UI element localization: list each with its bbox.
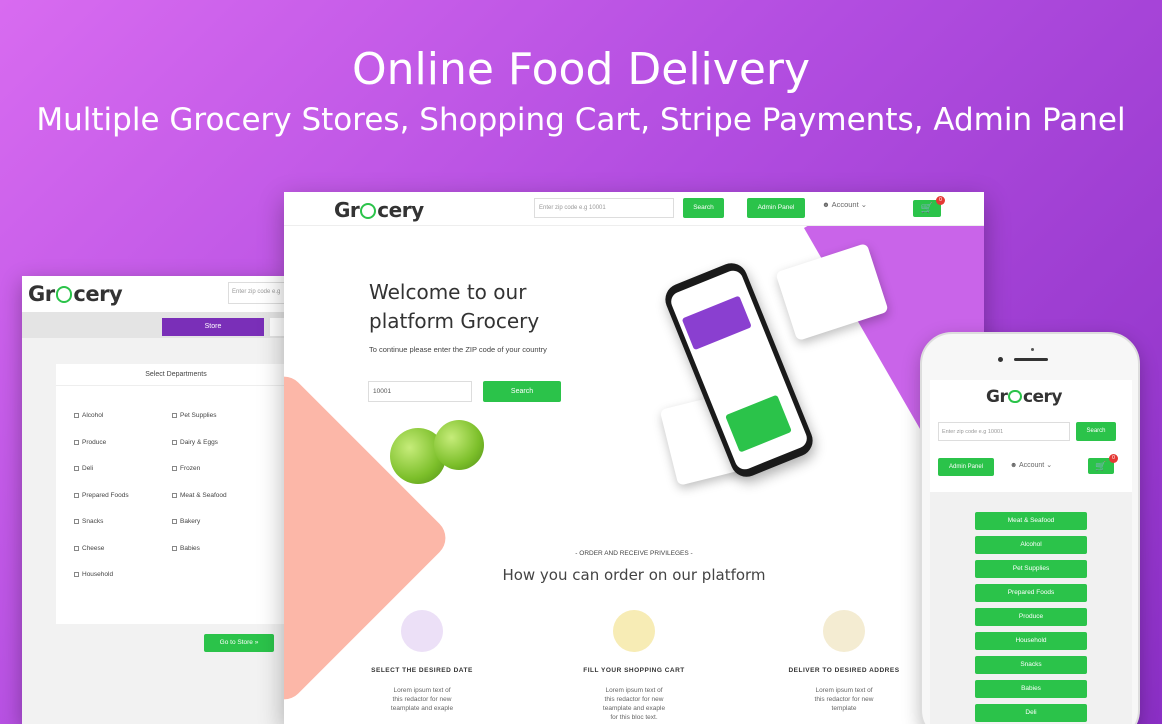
logo[interactable]: Gr cery bbox=[334, 198, 424, 222]
dept-meat-seafood[interactable]: Meat & Seafood bbox=[172, 492, 227, 499]
shopping-cart-icon bbox=[613, 610, 655, 652]
dept-produce[interactable]: Produce bbox=[74, 439, 106, 446]
phone-screen: Gr cery Enter zip code e.g 10001 Search A… bbox=[930, 380, 1132, 724]
dept-snacks[interactable]: Snacks bbox=[74, 518, 103, 525]
checkbox-icon bbox=[172, 492, 177, 498]
privileges-caption: - ORDER AND RECEIVE PRIVILEGES - bbox=[575, 550, 693, 557]
dept-dairy-eggs[interactable]: Dairy & Eggs bbox=[172, 439, 218, 446]
center-header: Gr cery Enter zip code e.g 10001 Search A… bbox=[284, 192, 984, 226]
checkbox-icon bbox=[74, 412, 79, 418]
category-list: Meat & Seafood Alcohol Pet Supplies Prep… bbox=[930, 492, 1132, 724]
departments-panel: Select Departments Alcohol Produce Deli … bbox=[56, 364, 284, 624]
admin-panel-button[interactable]: Admin Panel bbox=[938, 458, 994, 476]
checkbox-icon bbox=[172, 545, 177, 551]
left-header: Gr cery Enter zip code e.g bbox=[22, 276, 284, 312]
search-button[interactable]: Search bbox=[1076, 422, 1116, 441]
dept-prepared-foods[interactable]: Prepared Foods bbox=[74, 492, 129, 499]
checkbox-icon bbox=[172, 465, 177, 471]
dept-babies[interactable]: Babies bbox=[172, 545, 200, 552]
left-screen: Gr cery Enter zip code e.g Store Select D… bbox=[22, 276, 284, 724]
category-button[interactable]: Meat & Seafood bbox=[975, 512, 1087, 530]
panel-title: Select Departments bbox=[56, 364, 284, 386]
speaker bbox=[1014, 358, 1048, 361]
dept-frozen[interactable]: Frozen bbox=[172, 465, 200, 472]
zip-instructions: To continue please enter the ZIP code of… bbox=[369, 345, 547, 354]
step-select-date: SELECT THE DESIRED DATE Lorem ipsum text… bbox=[352, 610, 492, 713]
chevron-down-icon: ⌄ bbox=[1046, 462, 1053, 469]
logo-o-icon bbox=[55, 285, 73, 303]
second-tab[interactable] bbox=[270, 318, 284, 336]
cart-button[interactable]: 🛒 0 bbox=[913, 196, 945, 217]
dept-pet-supplies[interactable]: Pet Supplies bbox=[172, 412, 217, 419]
camera-icon bbox=[1031, 348, 1034, 351]
checkbox-icon bbox=[74, 518, 79, 524]
search-button[interactable]: Search bbox=[683, 198, 724, 218]
center-screen: Gr cery Enter zip code e.g 10001 Search A… bbox=[284, 192, 984, 724]
checkbox-icon bbox=[74, 545, 79, 551]
checkbox-icon bbox=[74, 571, 79, 577]
search-button-hero[interactable]: Search bbox=[483, 381, 561, 402]
zip-input[interactable]: Enter zip code e.g 10001 bbox=[938, 422, 1070, 441]
cart-icon: 🛒 bbox=[920, 203, 934, 214]
cart-button[interactable]: 🛒 0 bbox=[1088, 454, 1118, 474]
calendar-icon bbox=[401, 610, 443, 652]
category-button[interactable]: Snacks bbox=[975, 656, 1087, 674]
checkbox-icon bbox=[74, 439, 79, 445]
category-button[interactable]: Produce bbox=[975, 608, 1087, 626]
user-icon: ☻ bbox=[1010, 462, 1018, 469]
zip-input[interactable]: Enter zip code e.g bbox=[228, 282, 284, 304]
chevron-down-icon: ⌄ bbox=[860, 200, 868, 209]
dept-bakery[interactable]: Bakery bbox=[172, 518, 200, 525]
checkbox-icon bbox=[74, 465, 79, 471]
banner-subtitle: Multiple Grocery Stores, Shopping Cart, … bbox=[36, 102, 1126, 138]
sensor-dot bbox=[998, 357, 1003, 362]
store-tab[interactable]: Store bbox=[162, 318, 264, 336]
checkbox-icon bbox=[74, 492, 79, 498]
step-fill-cart: FILL YOUR SHOPPING CART Lorem ipsum text… bbox=[564, 610, 704, 722]
account-menu[interactable]: ☻ Account ⌄ bbox=[1010, 461, 1052, 469]
logo-o-icon bbox=[1008, 389, 1022, 404]
dept-household[interactable]: Household bbox=[74, 571, 113, 578]
checkbox-icon bbox=[172, 412, 177, 418]
logo[interactable]: Gr cery bbox=[986, 387, 1063, 407]
category-button[interactable]: Alcohol bbox=[975, 536, 1087, 554]
banner-title: Online Food Delivery bbox=[351, 44, 811, 95]
admin-panel-button[interactable]: Admin Panel bbox=[747, 198, 805, 218]
checkbox-icon bbox=[172, 439, 177, 445]
cart-icon: 🛒 bbox=[1095, 461, 1107, 471]
delivery-truck-icon bbox=[823, 610, 865, 652]
category-button[interactable]: Babies bbox=[975, 680, 1087, 698]
right-phone: Gr cery Enter zip code e.g 10001 Search A… bbox=[920, 332, 1140, 724]
cart-badge: 0 bbox=[936, 196, 945, 205]
zip-input-hero[interactable]: 10001 bbox=[368, 381, 472, 402]
dept-deli[interactable]: Deli bbox=[74, 465, 93, 472]
user-icon: ☻ bbox=[822, 200, 830, 209]
logo[interactable]: Gr cery bbox=[28, 282, 123, 306]
zip-input[interactable]: Enter zip code e.g 10001 bbox=[534, 198, 674, 218]
logo-o-icon bbox=[360, 202, 377, 219]
cart-badge: 0 bbox=[1109, 454, 1118, 463]
dept-cheese[interactable]: Cheese bbox=[74, 545, 104, 552]
dept-alcohol[interactable]: Alcohol bbox=[74, 412, 103, 419]
checkbox-icon bbox=[172, 518, 177, 524]
apple-image bbox=[434, 420, 484, 470]
step-deliver: DELIVER TO DESIRED ADDRES Lorem ipsum te… bbox=[774, 610, 914, 713]
category-button[interactable]: Deli bbox=[975, 704, 1087, 722]
go-to-store-button[interactable]: Go to Store » bbox=[204, 634, 274, 652]
category-button[interactable]: Prepared Foods bbox=[975, 584, 1087, 602]
account-menu[interactable]: ☻ Account ⌄ bbox=[822, 200, 867, 209]
store-bar: Store bbox=[22, 312, 284, 338]
category-button[interactable]: Household bbox=[975, 632, 1087, 650]
how-heading: How you can order on our platform bbox=[502, 566, 766, 584]
welcome-heading: Welcome to our platform Grocery bbox=[369, 280, 540, 333]
category-button[interactable]: Pet Supplies bbox=[975, 560, 1087, 578]
